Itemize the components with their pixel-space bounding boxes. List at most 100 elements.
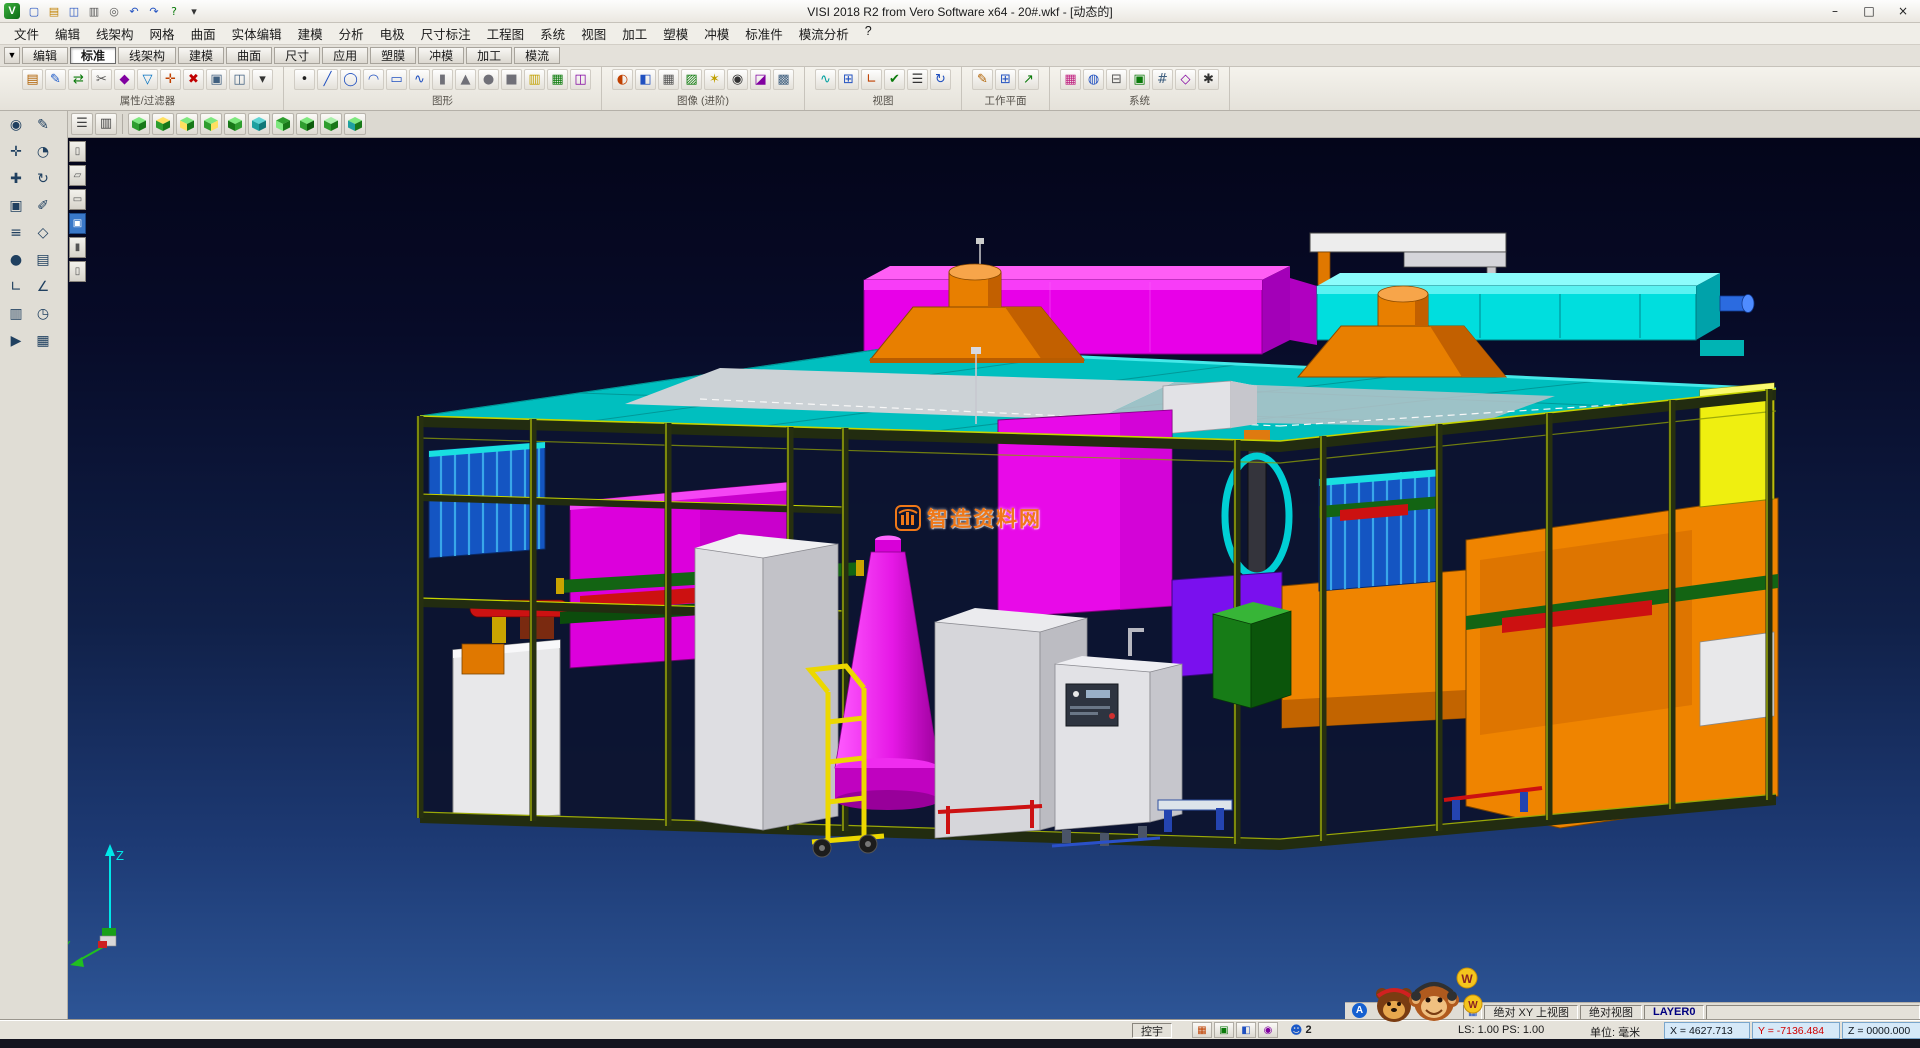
viewport-3d[interactable]: Z Y ▯▱▭▣▮▯ 智造资料网 [67,137,1920,1020]
menu-item[interactable]: 曲面 [183,22,224,45]
arc-icon[interactable]: ◠ [363,69,384,90]
cylinder-icon[interactable]: ▮ [432,69,453,90]
view-iso-button[interactable] [128,113,150,135]
info-icon[interactable]: ◉ [1258,1022,1278,1038]
dynamic-view-icon[interactable]: ∿ [815,69,836,90]
menu-item[interactable]: 冲模 [696,22,737,45]
sketch-icon[interactable]: ✎ [32,114,54,136]
viewports-button[interactable]: ▥ [95,113,117,135]
undo-icon[interactable]: ↶ [125,3,143,20]
tab[interactable]: 尺寸 [274,47,320,64]
redo-icon[interactable]: ↷ [145,3,163,20]
select-icon[interactable]: ◉ [5,114,27,136]
workplane-align-icon[interactable]: ↗ [1018,69,1039,90]
verify-icon[interactable]: ✔ [884,69,905,90]
line-icon[interactable]: ╱ [317,69,338,90]
menu-item[interactable]: 标准件 [737,22,791,45]
erase-icon[interactable]: ✖ [183,69,204,90]
tab[interactable]: 建模 [178,47,224,64]
user-count[interactable]: ☻ 2 [1290,1023,1312,1037]
view-orientation[interactable]: 绝对 XY 上视图 [1484,1005,1578,1020]
workplane-edit-icon[interactable]: ✎ [972,69,993,90]
menu-item[interactable]: 模流分析 [791,22,857,45]
note-icon[interactable]: ✐ [32,195,54,217]
camera-icon[interactable]: ◉ [727,69,748,90]
menu-item[interactable]: 加工 [614,22,655,45]
snapshot-icon[interactable]: ▣ [1129,69,1150,90]
globe-icon[interactable]: ◍ [1083,69,1104,90]
snap-toggle[interactable]: 控宇 [1132,1023,1172,1038]
open-file-icon[interactable]: ▤ [45,3,63,20]
sphere-icon[interactable]: ● [478,69,499,90]
mask-all-button[interactable]: ▯ [69,141,86,162]
filter-icon[interactable]: ▽ [137,69,158,90]
close-button[interactable]: × [1886,0,1920,22]
lighting-icon[interactable]: ✶ [704,69,725,90]
menu-item[interactable]: 建模 [290,22,331,45]
measure-icon[interactable]: ∟ [861,69,882,90]
absolute-mode-badge[interactable]: A [1352,1003,1367,1018]
circle-icon[interactable]: ◯ [340,69,361,90]
toolbar-options-icon[interactable]: ▾ [185,3,203,20]
match-properties-icon[interactable]: ◆ [114,69,135,90]
cube-icon[interactable]: ◇ [32,222,54,244]
menu-item[interactable]: 电极 [372,22,413,45]
mask-surfaces-button[interactable]: ▣ [69,213,86,234]
image-capture-icon[interactable]: ▣ [1214,1022,1234,1038]
menu-item[interactable]: 线架构 [88,22,142,45]
angle-icon[interactable]: ∠ [32,276,54,298]
mirror-icon[interactable]: ◫ [570,69,591,90]
grid-settings-icon[interactable]: # [1152,69,1173,90]
cut-icon[interactable]: ✂ [91,69,112,90]
menu-item[interactable]: 分析 [331,22,372,45]
view-bottom-button[interactable] [272,113,294,135]
tab[interactable]: 编辑 [22,47,68,64]
calculator-icon[interactable]: ⊟ [1106,69,1127,90]
menu-item[interactable]: 文件 [6,22,47,45]
palette-icon[interactable]: ▦ [32,330,54,352]
menu-item[interactable]: 系统 [532,22,573,45]
minimize-button[interactable]: – [1818,0,1852,22]
view-mode[interactable]: 绝对视图 [1580,1005,1642,1020]
edit-attributes-icon[interactable]: ✎ [45,69,66,90]
menu-item[interactable]: 工程图 [479,22,533,45]
tab[interactable]: 塑膜 [370,47,416,64]
help-icon[interactable]: ? [165,3,183,20]
view-iso2-button[interactable] [296,113,318,135]
tab[interactable]: 模流 [514,47,560,64]
stack-icon[interactable]: ≡ [5,222,27,244]
ungroup-icon[interactable]: ◫ [229,69,250,90]
settings-icon[interactable]: ✱ [1198,69,1219,90]
color-table-icon[interactable]: ▦ [1060,69,1081,90]
ruler-icon[interactable]: ∟ [5,276,27,298]
menu-item[interactable]: ? [857,22,880,45]
rotate-icon[interactable]: ↻ [32,168,54,190]
cone-icon[interactable]: ▲ [455,69,476,90]
tab[interactable]: 标准 [70,47,116,64]
render-icon[interactable]: ◐ [612,69,633,90]
background-icon[interactable]: ▩ [773,69,794,90]
tab-dropdown-button[interactable]: ▼ [4,47,20,64]
mask-solids-button[interactable]: ▮ [69,237,86,258]
mask-groups-button[interactable]: ▯ [69,261,86,282]
tab[interactable]: 冲模 [418,47,464,64]
shade-mode-icon[interactable]: ◧ [1236,1022,1256,1038]
menu-item[interactable]: 尺寸标注 [413,22,479,45]
more-options-icon[interactable]: ▾ [252,69,273,90]
sphere2-icon[interactable]: ● [5,249,27,271]
rectangle-icon[interactable]: ▭ [386,69,407,90]
print-icon[interactable]: ▥ [85,3,103,20]
layers-icon[interactable]: ▥ [5,303,27,325]
highlight-icon[interactable]: ▥ [524,69,545,90]
attributes-icon[interactable]: ▤ [22,69,43,90]
regen-icon[interactable]: ↻ [930,69,951,90]
mask-points-button[interactable]: ▱ [69,165,86,186]
mask-wires-button[interactable]: ▭ [69,189,86,210]
tab[interactable]: 曲面 [226,47,272,64]
tab[interactable]: 线架构 [118,47,176,64]
pick-icon[interactable]: ✛ [160,69,181,90]
snap-settings-icon[interactable]: ▦ [1192,1022,1212,1038]
texture-icon[interactable]: ▨ [681,69,702,90]
zoom-window-icon[interactable]: ⊞ [838,69,859,90]
curve-icon[interactable]: ∿ [409,69,430,90]
